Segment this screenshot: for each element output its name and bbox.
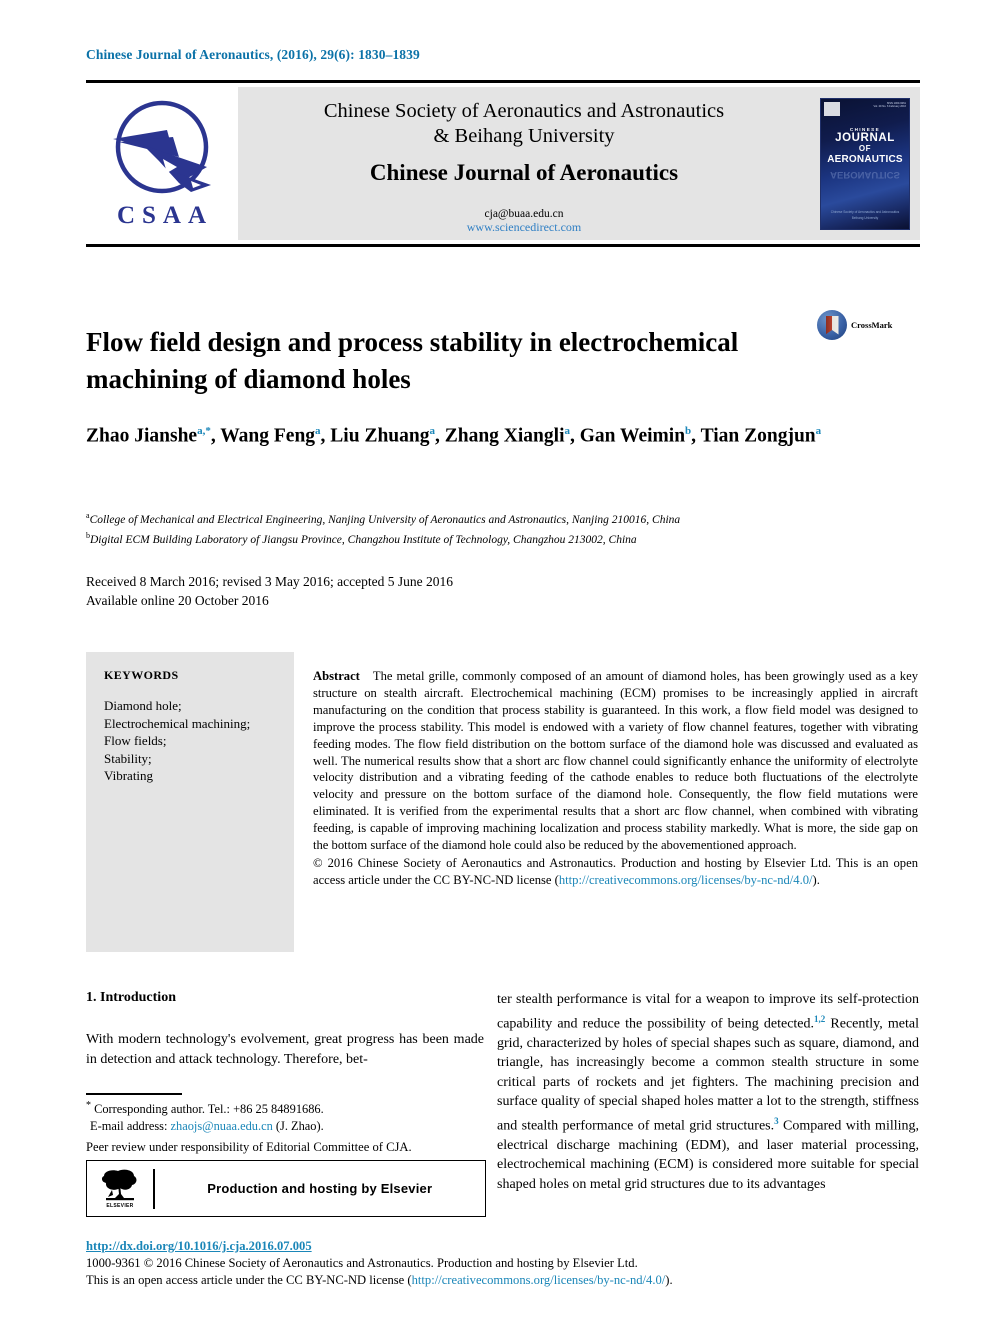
footer-license-pre: This is an open access article under the… [86, 1273, 412, 1287]
email-suffix: (J. Zhao). [275, 1118, 324, 1133]
elsevier-hosting-label: Production and hosting by Elsevier [207, 1181, 433, 1196]
email-label: E-mail address: [90, 1118, 168, 1133]
society-line-2: & Beihang University [433, 125, 615, 147]
article-title: Flow field design and process stability … [86, 327, 739, 395]
corresponding-author-line: * Corresponding author. Tel.: +86 25 848… [86, 1098, 486, 1118]
journal-name: Chinese Journal of Aeronautics [369, 160, 679, 185]
license-link[interactable]: http://creativecommons.org/licenses/by-n… [559, 873, 813, 887]
section-heading-introduction: 1. Introduction [86, 990, 176, 1005]
elsevier-wordmark: ELSEVIER [106, 1203, 134, 1209]
footer-license-post: ). [665, 1273, 673, 1287]
abstract-copyright: © 2016 Chinese Society of Aeronautics an… [313, 855, 918, 889]
peer-review-note: Peer review under responsibility of Edit… [86, 1140, 412, 1154]
keyword-item: Flow fields; [104, 733, 167, 748]
author-email-link[interactable]: zhaojs@nuaa.edu.cn [171, 1119, 273, 1133]
cover-elsevier-logo-icon [824, 101, 840, 116]
page-footer: http://dx.doi.org/10.1016/j.cja.2016.07.… [86, 1238, 916, 1289]
keywords-items: Diamond hole; Electrochemical machining; F… [104, 697, 294, 785]
email-line: E-mail address: zhaojs@nuaa.edu.cn (J. Z… [86, 1118, 486, 1135]
cover-journal-word: JOURNAL [835, 131, 895, 144]
journal-email: cja@buaa.edu.cn [484, 208, 564, 220]
keyword-item: Diamond hole; [104, 698, 182, 713]
footer-license-link[interactable]: http://creativecommons.org/licenses/by-n… [412, 1273, 666, 1287]
abstract-block: Abstract The metal grille, commonly compo… [313, 668, 918, 889]
received-line: Received 8 March 2016; revised 3 May 201… [86, 574, 454, 589]
abstract-label: Abstract [313, 669, 360, 683]
csaa-emblem-icon [113, 100, 211, 194]
author-name: Zhang Xiangli [444, 425, 565, 447]
left-column: 1. Introduction With modern technology's… [86, 990, 484, 1069]
elsevier-logo-block: ELSEVIER [87, 1168, 153, 1209]
corresponding-author-text: Corresponding author. Tel.: +86 25 84891… [91, 1102, 324, 1117]
footer-license-line: This is an open access article under the… [86, 1272, 916, 1289]
intro-paragraph-left: With modern technology's evolvement, gre… [86, 1032, 484, 1067]
author-affiliation-marker: a [815, 425, 822, 437]
cover-issn: ISSN 1000-9361 Vol. 29 No. 6 February 201… [873, 101, 906, 108]
crossmark-bookmark-icon [825, 315, 839, 335]
author-affiliation-marker: a,* [197, 425, 211, 437]
elsevier-hosting-box: ELSEVIER Production and hosting by Elsev… [86, 1160, 486, 1217]
article-dates: Received 8 March 2016; revised 3 May 201… [86, 573, 586, 610]
abstract-paragraph: Abstract The metal grille, commonly compo… [313, 668, 918, 854]
society-line-1: Chinese Society of Aeronautics and Astro… [323, 100, 725, 122]
author-separator: , [210, 425, 221, 447]
crossmark-label: CrossMark [851, 320, 893, 330]
masthead-center: Chinese Society of Aeronautics and Astro… [238, 87, 810, 240]
cover-of-word: OF [858, 144, 872, 153]
right-column: ter stealth performance is vital for a w… [497, 990, 919, 1194]
keyword-item: Electrochemical machining; [104, 715, 251, 731]
elsevier-tree-icon [101, 1169, 137, 1201]
footnote-block: * Corresponding author. Tel.: +86 25 848… [86, 1098, 486, 1134]
cover-reflection: AERONAUTICS [830, 168, 900, 180]
author-separator: , [570, 425, 580, 447]
csaa-logo-block: CSAA [86, 87, 238, 240]
citation-ref-1[interactable]: 1,2 [814, 1014, 825, 1024]
author-name: Gan Weimin [579, 425, 686, 447]
keyword-item: Vibrating [104, 768, 154, 783]
cover-footer-line-1: Chinese Society of Aeronautics and Astro… [830, 209, 900, 220]
author-list: Zhao Jianshea,*, Wang Fenga, Liu Zhuanga… [86, 418, 916, 450]
doi-link[interactable]: http://dx.doi.org/10.1016/j.cja.2016.07.… [86, 1239, 312, 1253]
journal-cover-thumbnail: ISSN 1000-9361 Vol. 29 No. 6 February 201… [820, 97, 910, 230]
keywords-heading: KEYWORDS [104, 668, 179, 682]
running-head: Chinese Journal of Aeronautics, (2016), … [86, 47, 420, 62]
masthead-top-rule [86, 80, 920, 83]
affiliation-text: College of Mechanical and Electrical Eng… [89, 513, 681, 526]
author-name: Zhao Jianshe [86, 425, 198, 447]
intro-text-part-2: Recently, metal grid, characterized by h… [497, 1016, 919, 1134]
masthead-bottom-rule [86, 244, 920, 247]
author-name: Liu Zhuang [330, 425, 430, 447]
author-name: Tian Zongjun [700, 425, 816, 447]
masthead-right: ISSN 1000-9361 Vol. 29 No. 6 February 201… [810, 87, 920, 240]
article-page: Chinese Journal of Aeronautics, (2016), … [0, 0, 992, 1323]
author-name: Wang Feng [220, 425, 316, 447]
keyword-item: Stability; [104, 750, 152, 766]
sciencedirect-link[interactable]: www.sciencedirect.com [467, 220, 582, 234]
crossmark-circle-icon [817, 310, 847, 340]
copyright-close: ). [812, 872, 820, 887]
author-separator: , [320, 425, 331, 447]
journal-masthead: CSAA Chinese Society of Aeronautics and … [86, 80, 920, 247]
author-separator: , [434, 425, 445, 447]
footnote-rule [86, 1093, 182, 1095]
crossmark-badge[interactable]: CrossMark [817, 310, 892, 340]
affiliation-list: aCollege of Mechanical and Electrical En… [86, 508, 926, 548]
affiliation-line: bDigital ECM Building Laboratory of Jian… [86, 528, 926, 548]
keywords-panel: KEYWORDS Diamond hole; Electrochemical ma… [86, 652, 294, 952]
affiliation-text: Digital ECM Building Laboratory of Jiang… [90, 533, 637, 546]
available-online-line: Available online 20 October 2016 [86, 592, 269, 608]
issn-copyright-line: 1000-9361 © 2016 Chinese Society of Aero… [86, 1256, 638, 1270]
csaa-wordmark: CSAA [116, 202, 214, 229]
author-separator: , [691, 425, 701, 447]
affiliation-line: aCollege of Mechanical and Electrical En… [86, 508, 926, 528]
cover-aeronautics-word: AERONAUTICS [827, 154, 903, 165]
cover-title-block: CHINESE JOURNAL OF AERONAUTICS [821, 127, 909, 167]
abstract-text: The metal grille, commonly composed of a… [313, 669, 918, 853]
